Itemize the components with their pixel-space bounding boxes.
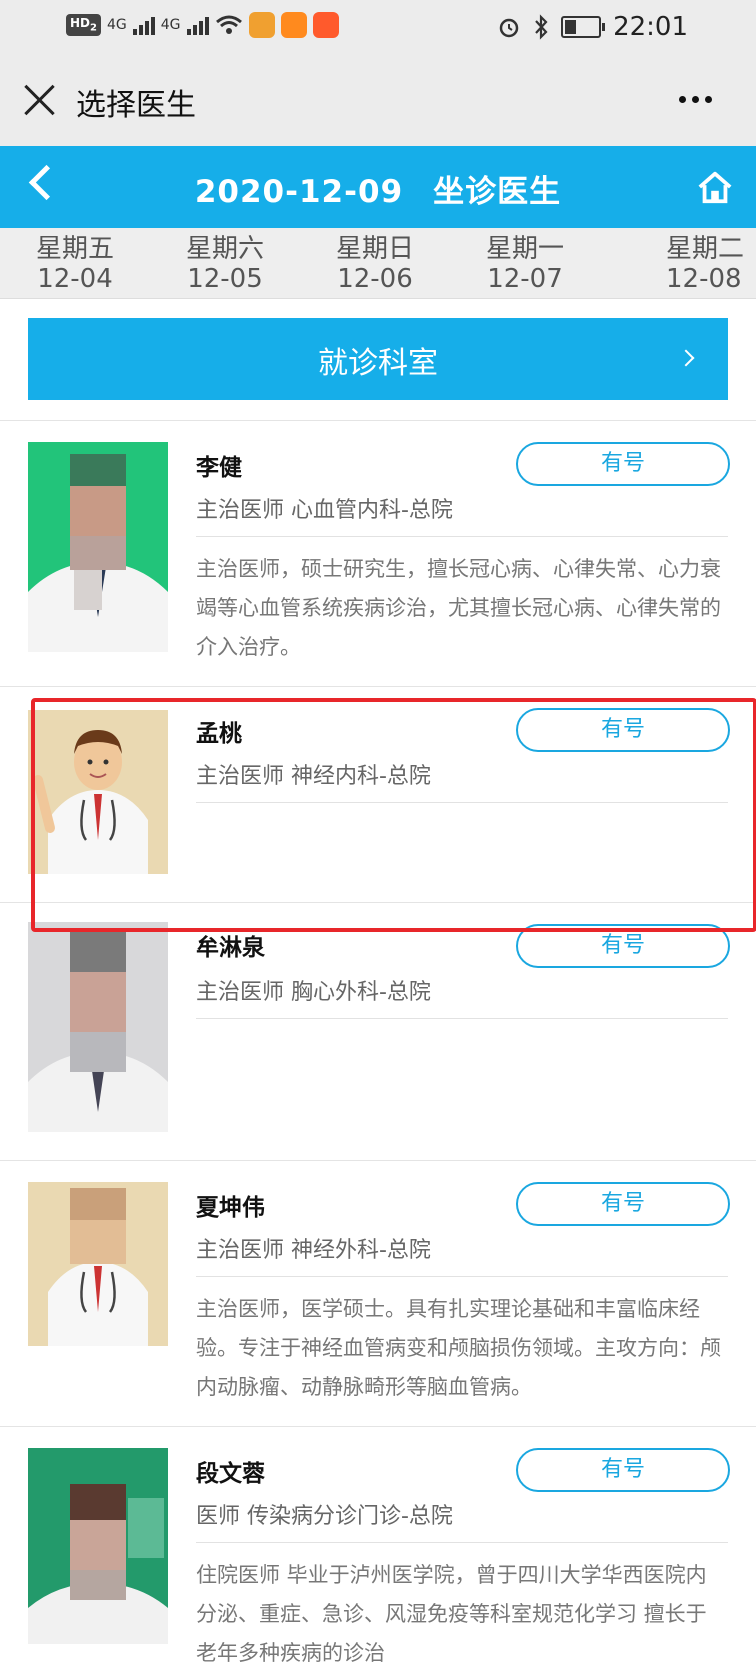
day-name: 星期六 — [185, 234, 264, 264]
kuaishou-app-icon — [312, 12, 339, 38]
doctor-name: 夏坤伟 — [196, 1195, 265, 1221]
doctor-name: 段文蓉 — [196, 1461, 265, 1487]
day-tab-0[interactable]: 星期五 12-04 — [10, 234, 140, 294]
availability-button[interactable]: 有号 — [516, 1448, 730, 1492]
day-name: 星期一 — [485, 234, 564, 264]
hd-badge-sub: 2 — [90, 22, 97, 34]
week-selector: 星期五 12-04 星期六 12-05 星期日 12-06 星期一 12-07 星期二 1… — [0, 228, 756, 299]
doctor-description: 主治医师，医学硕士。具有扎实理论基础和丰富临床经验。专注于神经血管病变和颅脑损伤… — [196, 1297, 721, 1399]
day-date: 12-04 — [37, 264, 113, 294]
doctor-photo — [28, 922, 168, 1132]
day-name: 星期五 — [35, 234, 114, 264]
video-app-icon — [280, 12, 307, 38]
doctor-name: 李健 — [196, 455, 242, 481]
page-header: 2020-12-09 坐诊医生 — [0, 146, 756, 228]
network-label-1: 4G — [106, 17, 127, 33]
doctor-avatar-image — [28, 1182, 168, 1346]
day-date: 12-07 — [487, 264, 563, 294]
alarm-icon — [499, 18, 519, 38]
doctor-photo — [28, 1448, 168, 1644]
day-date: 12-06 — [337, 264, 413, 294]
department-button[interactable]: 就诊科室 — [28, 318, 728, 400]
hd-badge-text: HD — [70, 16, 91, 31]
header-date: 2020-12-09 — [194, 174, 404, 210]
more-options-icon[interactable] — [679, 96, 712, 103]
signal-icon-2 — [186, 15, 209, 35]
department-label: 就诊科室 — [318, 346, 438, 381]
signal-icon — [132, 15, 155, 35]
doctor-title: 主治医师 胸心外科-总院 — [196, 980, 431, 1005]
day-tab-1[interactable]: 星期六 12-05 — [160, 234, 290, 294]
day-tab-2[interactable]: 星期日 12-06 — [310, 234, 440, 294]
status-left: HD2 4G 4G — [66, 12, 339, 38]
doctor-avatar-image — [28, 1448, 168, 1644]
doctor-photo — [28, 442, 168, 652]
status-right: 22:01 — [497, 12, 688, 42]
doctor-description: 主治医师，硕士研究生，擅长冠心病、心律失常、心力衰竭等心血管系统疾病诊治，尤其擅… — [196, 557, 721, 659]
doctor-card-3[interactable]: 牟淋泉 有号 主治医师 胸心外科-总院 — [0, 902, 756, 1160]
divider — [196, 1018, 728, 1019]
close-icon[interactable] — [22, 82, 56, 116]
divider — [196, 536, 728, 537]
divider — [196, 1276, 728, 1277]
doctor-title: 医师 传染病分诊门诊-总院 — [196, 1504, 453, 1529]
doctor-card-4[interactable]: 夏坤伟 有号 主治医师 神经外科-总院 主治医师，医学硕士。具有扎实理论基础和丰… — [0, 1160, 756, 1424]
day-name: 星期二 — [666, 234, 745, 264]
highlight-box — [31, 698, 756, 932]
doctor-title: 主治医师 神经外科-总院 — [196, 1238, 431, 1263]
battery-icon — [561, 16, 606, 38]
header-title: 坐诊医生 — [433, 174, 562, 210]
bluetooth-icon — [535, 14, 548, 40]
app-notification-icon — [248, 12, 275, 38]
window-titlebar: 选择医生 — [0, 56, 756, 146]
day-name: 星期日 — [335, 234, 414, 264]
hd-badge: HD2 — [66, 14, 101, 36]
doctor-avatar-image — [28, 922, 168, 1132]
day-tab-4[interactable]: 星期二 12-08 — [666, 234, 756, 294]
doctor-card-5[interactable]: 段文蓉 有号 医师 传染病分诊门诊-总院 住院医师 毕业于泸州医学院，曾于四川大… — [0, 1426, 756, 1680]
day-date: 12-05 — [187, 264, 263, 294]
clock: 22:01 — [613, 12, 688, 42]
window-title: 选择医生 — [76, 88, 196, 123]
doctor-card-1[interactable]: 李健 有号 主治医师 心血管内科-总院 主治医师，硕士研究生，擅长冠心病、心律失… — [0, 420, 756, 684]
wifi-icon — [215, 15, 242, 34]
availability-button[interactable]: 有号 — [516, 1182, 730, 1226]
home-icon[interactable] — [696, 168, 734, 206]
doctor-photo — [28, 1182, 168, 1346]
doctor-avatar-image — [28, 442, 168, 652]
availability-button[interactable]: 有号 — [516, 442, 730, 486]
page-title: 2020-12-09 坐诊医生 — [0, 166, 756, 211]
doctor-name: 牟淋泉 — [196, 935, 265, 961]
network-label-2: 4G — [160, 17, 181, 33]
day-date: 12-08 — [666, 264, 742, 294]
doctor-description: 住院医师 毕业于泸州医学院，曾于四川大学华西医院内分泌、重症、急诊、风湿免疫等科… — [196, 1563, 707, 1665]
status-bar: HD2 4G 4G 22:01 — [0, 0, 756, 56]
doctor-title: 主治医师 心血管内科-总院 — [196, 498, 453, 523]
day-tab-3[interactable]: 星期一 12-07 — [460, 234, 590, 294]
divider — [196, 1542, 728, 1543]
